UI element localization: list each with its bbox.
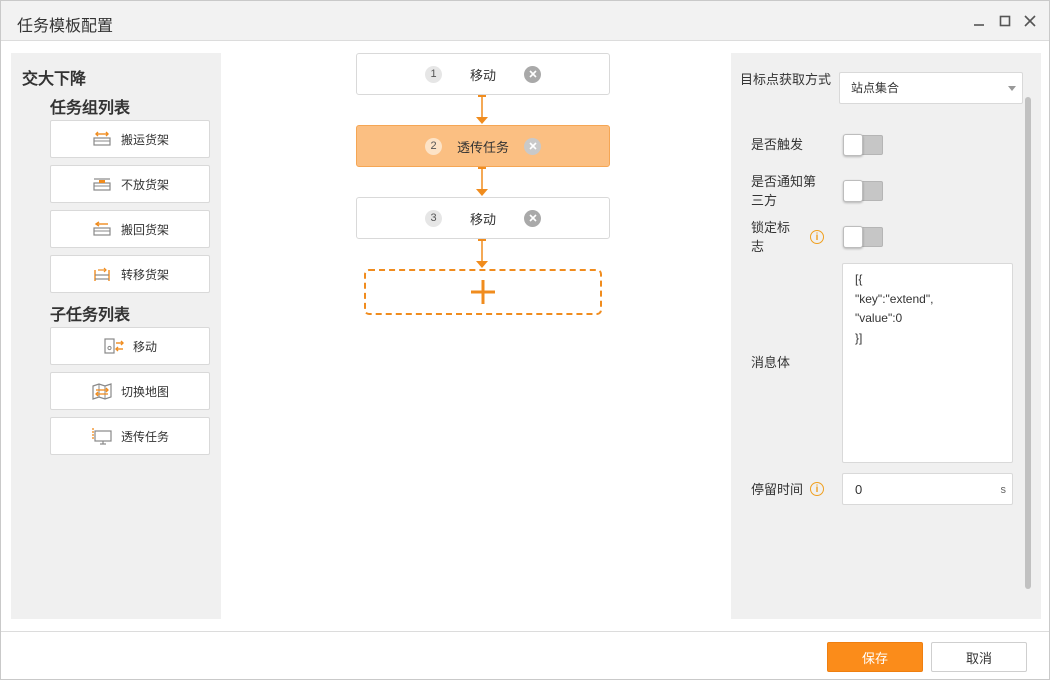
task-template-dialog: 任务模板配置 交大下降 任务组列表 搬运货架 不放货架 搬回货架 转移货架 子任… xyxy=(0,0,1050,680)
node-label: 移动 xyxy=(469,211,496,227)
stay-time-unit: s xyxy=(1000,484,1007,496)
target-method-select[interactable]: 站点集合 xyxy=(839,72,1023,104)
minimize-button[interactable] xyxy=(967,9,991,33)
node-label: 透传任务 xyxy=(456,139,509,155)
node-number: 1 xyxy=(425,65,442,83)
node-number: 3 xyxy=(425,209,442,227)
transfer-shelf-icon xyxy=(91,265,113,283)
task-group-title: 任务组列表 xyxy=(50,100,131,117)
flow-connector xyxy=(476,95,488,124)
lock-flag-toggle[interactable] xyxy=(843,226,883,248)
subtask-item-move[interactable]: 移动 xyxy=(50,327,210,365)
transport-shelf-icon xyxy=(91,130,113,148)
no-shelf-icon xyxy=(91,175,113,193)
toggle-knob xyxy=(843,226,863,248)
task-group-item-label: 转移货架 xyxy=(120,267,169,282)
chevron-down-icon xyxy=(1008,86,1016,91)
message-body-textarea[interactable]: [{ "key":"extend", "value":0 }] xyxy=(842,263,1013,463)
node-remove-button[interactable] xyxy=(524,137,541,155)
trigger-toggle[interactable] xyxy=(843,134,883,156)
maximize-icon xyxy=(999,15,1011,27)
close-icon xyxy=(528,70,537,78)
subtask-item-switch-map[interactable]: 切换地图 xyxy=(50,372,210,410)
subtask-title: 子任务列表 xyxy=(50,307,131,324)
subtask-item-passthrough-task[interactable]: 透传任务 xyxy=(50,417,210,455)
info-icon[interactable]: i xyxy=(810,230,824,244)
flow-node-2[interactable]: 2 透传任务 xyxy=(356,125,610,167)
close-icon xyxy=(528,214,537,222)
move-icon xyxy=(103,337,125,355)
target-method-label: 目标点获取方式 xyxy=(740,72,832,87)
flow-node-3[interactable]: 3 移动 xyxy=(356,197,610,239)
close-icon xyxy=(528,142,537,150)
save-button[interactable]: 保存 xyxy=(827,642,923,672)
message-body-label: 消息体 xyxy=(751,355,791,370)
passthrough-task-icon xyxy=(91,427,113,445)
dialog-title: 任务模板配置 xyxy=(17,18,114,35)
flow-node-1[interactable]: 1 移动 xyxy=(356,53,610,95)
stay-time-label: 停留时间 xyxy=(751,482,804,497)
task-group-item-transport-shelf[interactable]: 搬运货架 xyxy=(50,120,210,158)
maximize-button[interactable] xyxy=(993,9,1017,33)
target-method-value: 站点集合 xyxy=(851,81,900,95)
task-group-item-return-shelf[interactable]: 搬回货架 xyxy=(50,210,210,248)
notify-third-party-label: 是否通知第三方 xyxy=(751,174,817,208)
task-library-panel: 交大下降 任务组列表 搬运货架 不放货架 搬回货架 转移货架 子任务列表 移动 … xyxy=(11,53,221,619)
task-group-item-no-shelf[interactable]: 不放货架 xyxy=(50,165,210,203)
close-button[interactable] xyxy=(1018,9,1042,33)
trigger-label: 是否触发 xyxy=(751,137,804,152)
minimize-icon xyxy=(974,24,984,26)
dialog-footer: 保存 取消 xyxy=(1,631,1049,679)
node-label: 移动 xyxy=(469,67,496,83)
toggle-knob xyxy=(843,180,863,202)
switch-map-icon xyxy=(91,382,113,400)
node-number: 2 xyxy=(425,137,442,155)
subtask-item-label: 切换地图 xyxy=(120,384,169,399)
node-remove-button[interactable] xyxy=(524,65,541,83)
node-properties-panel: 目标点获取方式 站点集合 是否触发 是否通知第三方 锁定标志 i 消息体 [{ … xyxy=(731,53,1041,619)
close-icon xyxy=(1024,15,1036,27)
task-group-item-label: 搬回货架 xyxy=(120,222,169,237)
notify-third-party-toggle[interactable] xyxy=(843,180,883,202)
stay-time-value: 0 xyxy=(855,482,863,497)
flow-connector xyxy=(476,239,488,268)
return-shelf-icon xyxy=(91,220,113,238)
subtask-item-label: 移动 xyxy=(132,339,157,354)
plus-icon xyxy=(471,280,495,304)
toggle-knob xyxy=(843,134,863,156)
info-icon[interactable]: i xyxy=(810,482,824,496)
properties-scrollbar[interactable] xyxy=(1025,97,1031,589)
cancel-button[interactable]: 取消 xyxy=(931,642,1027,672)
lock-flag-label: 锁定标志 xyxy=(751,220,791,254)
task-group-item-transfer-shelf[interactable]: 转移货架 xyxy=(50,255,210,293)
stay-time-input[interactable]: 0 s xyxy=(842,473,1013,505)
flow-connector xyxy=(476,167,488,196)
root-label: 交大下降 xyxy=(22,71,87,88)
task-group-item-label: 不放货架 xyxy=(120,177,169,192)
title-bar: 任务模板配置 xyxy=(1,1,1049,41)
add-flow-node-button[interactable] xyxy=(364,269,602,315)
node-remove-button[interactable] xyxy=(524,209,541,227)
subtask-item-label: 透传任务 xyxy=(120,429,169,444)
task-group-item-label: 搬运货架 xyxy=(120,132,169,147)
